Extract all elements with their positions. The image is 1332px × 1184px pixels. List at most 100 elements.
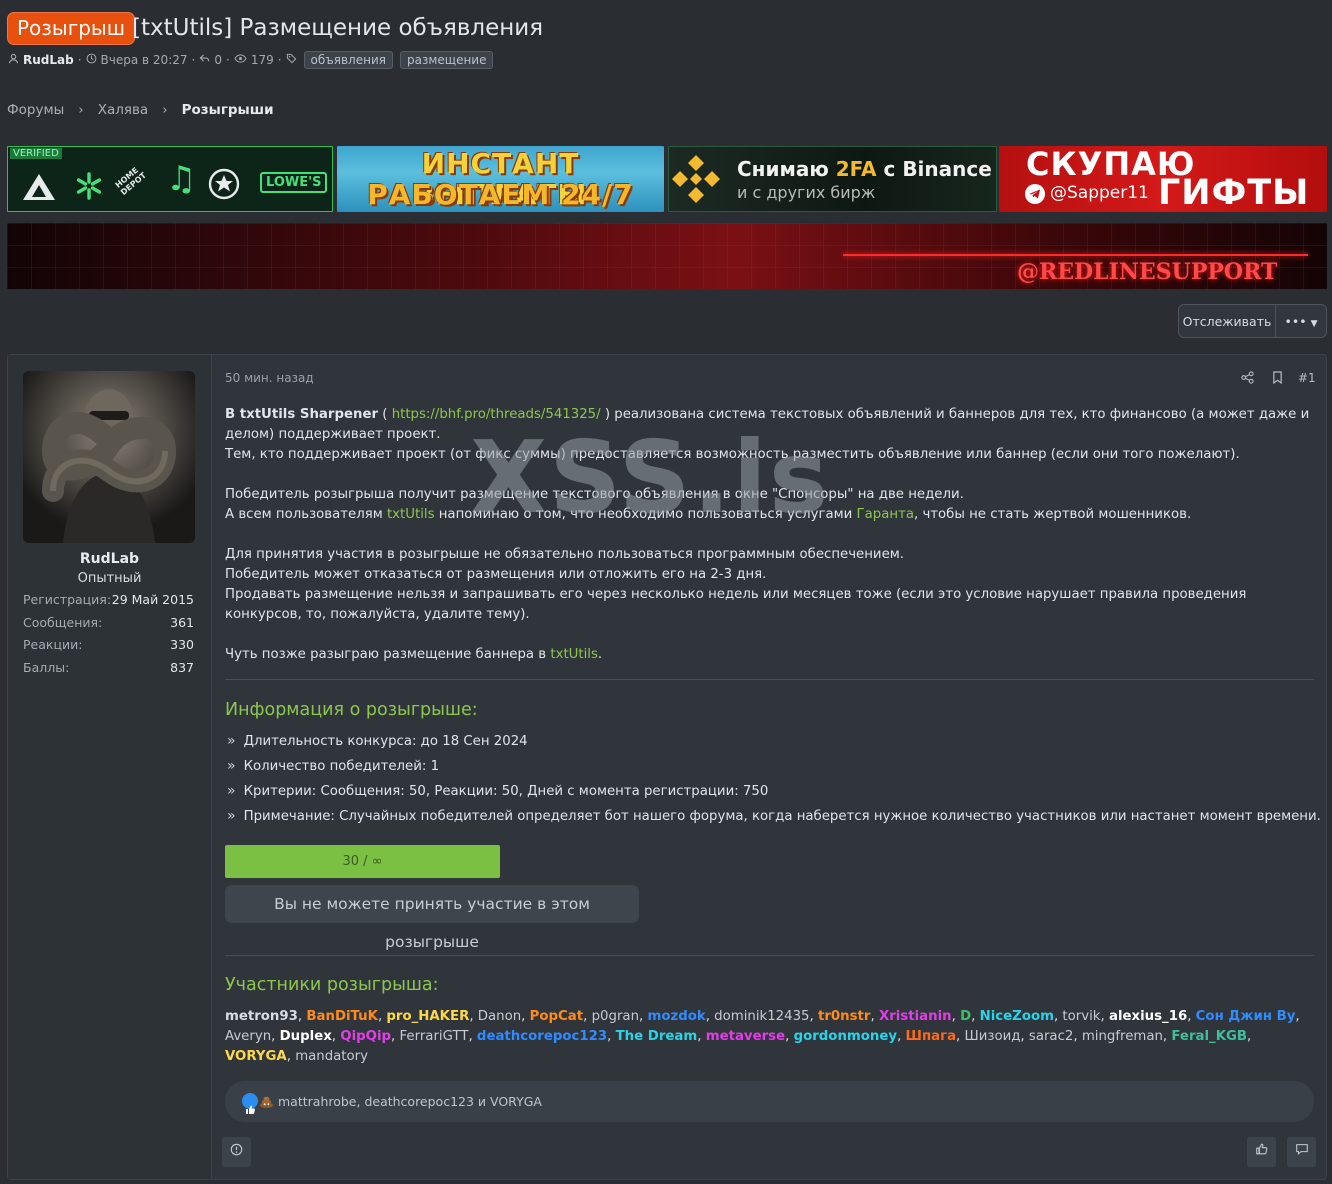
double-chevron-icon: » (227, 733, 236, 749)
gift-buyer-line2: ГИФТЫ (1158, 173, 1310, 212)
user-sidebar: RudLab Опытный Регистрация: 29 Май 2015 С… (8, 355, 212, 1179)
participant-link[interactable]: mozdok (647, 1009, 705, 1024)
binance-line1: Снимаю 2FA с Binance (737, 157, 992, 181)
share-icon[interactable] (1241, 371, 1254, 388)
reactions-bar[interactable]: mattrahrobe, deathcorepoc123 и VORYGA (225, 1081, 1314, 1122)
thread-prefix-badge[interactable]: Розыгрыш (7, 12, 136, 45)
double-chevron-icon: » (227, 808, 236, 824)
participant-link[interactable]: mandatory (295, 1049, 368, 1064)
participant-link[interactable]: pro_HAKER (386, 1009, 469, 1024)
participant-link[interactable]: mingfreman (1082, 1029, 1163, 1044)
double-chevron-icon: » (227, 758, 236, 774)
giveaway-info-item: » Примечание: Случайных победителей опред… (227, 808, 1321, 824)
participant-link[interactable]: p0gran (592, 1009, 639, 1024)
binance-logo-icon (672, 155, 720, 203)
lowes-logo: LOWE'S (260, 172, 328, 193)
participant-link[interactable]: Danon (478, 1009, 521, 1024)
instant-payouts-line2: РАБОТАЕМ 24/7 (367, 178, 634, 211)
walmart-spark-icon (76, 172, 102, 200)
avatar-image (23, 371, 195, 543)
participant-link[interactable]: Шпага (906, 1029, 957, 1044)
more-options-button[interactable]: ••• ▼ (1275, 304, 1327, 338)
clock-icon (86, 53, 97, 67)
participant-link[interactable]: NiceZoom (980, 1009, 1054, 1024)
participant-link[interactable]: sarac2 (1029, 1029, 1073, 1044)
participant-link[interactable]: alexius_16 (1109, 1009, 1187, 1024)
bhf-thread-link[interactable]: https://bhf.pro/threads/541325/ (392, 407, 601, 422)
thread-date[interactable]: Вчера в 20:27 (101, 53, 188, 67)
participant-link[interactable]: Duplex (280, 1029, 332, 1044)
participant-link[interactable]: deathcorepoc123 (477, 1029, 607, 1044)
participant-link[interactable]: Feral_KGB (1171, 1029, 1247, 1044)
user-icon (8, 53, 19, 67)
reply-count: 0 (214, 53, 222, 67)
post-author-name[interactable]: RudLab (8, 551, 211, 567)
participant-link[interactable]: BanDiTuK (306, 1009, 378, 1024)
participant-link[interactable]: metron93 (225, 1009, 298, 1024)
redline-handle: @REDLINESUPPORT (1017, 259, 1278, 285)
participant-link[interactable]: D (960, 1009, 971, 1024)
txtutils-link-2[interactable]: txtUtils (550, 647, 598, 662)
breadcrumb-forums[interactable]: Форумы (7, 102, 64, 118)
giveaway-info-item: » Длительность конкурса: до 18 Сен 2024 (227, 733, 528, 749)
ad-banner-verified[interactable]: VERIFIED HOME DEPOT ♫ LOWE'S (7, 146, 333, 212)
music-note-icon: ♫ (166, 159, 197, 199)
giveaway-info-title: Информация о розыгрыше: (225, 700, 478, 720)
breadcrumb-freebies[interactable]: Халява (98, 102, 149, 118)
giveaway-info-item: » Количество победителей: 1 (227, 758, 440, 774)
verified-badge: VERIFIED (10, 148, 62, 159)
more-dots: ••• (1284, 314, 1307, 329)
thread-title: [txtUtils] Размещение объявления (132, 15, 544, 41)
participant-link[interactable]: FerrariGTT (400, 1029, 469, 1044)
avatar[interactable] (23, 371, 195, 543)
tag-ads[interactable]: объявления (303, 51, 393, 69)
post-number[interactable]: #1 (1298, 371, 1316, 385)
participant-link[interactable]: VORYGA (225, 1049, 287, 1064)
circle-logo-icon (208, 168, 240, 200)
stat-messages: Сообщения: 361 (23, 615, 194, 630)
reactions-users[interactable]: mattrahrobe, deathcorepoc123 и VORYGA (278, 1081, 542, 1122)
report-button[interactable] (222, 1137, 251, 1167)
participant-link[interactable]: torvik (1062, 1009, 1100, 1024)
binance-line2: и с других бирж (737, 183, 876, 202)
post-author-title: Опытный (77, 571, 142, 586)
tag-placement[interactable]: размещение (399, 51, 494, 69)
participant-link[interactable]: Averyn (225, 1029, 271, 1044)
post-time[interactable]: 50 мин. назад (225, 371, 314, 385)
chevron-down-icon: ▼ (1310, 319, 1318, 329)
ad-banner-gift-buyer[interactable]: СКУПАЮ @Sapper11 ГИФТЫ (999, 146, 1327, 212)
stat-points: Баллы: 837 (23, 660, 194, 675)
participant-link[interactable]: The Dream (616, 1029, 698, 1044)
participant-link[interactable]: QipQip (340, 1029, 391, 1044)
participant-link[interactable]: dominik12435 (714, 1009, 809, 1024)
thread-author[interactable]: RudLab (23, 53, 74, 67)
ad-banner-instant-payouts[interactable]: ИНСТАНТ ВЫПЛАТЫ РАБОТАЕМ 24/7 (337, 146, 664, 212)
divider (225, 679, 1314, 680)
txtutils-link[interactable]: txtUtils (387, 507, 435, 522)
ad-banner-redline[interactable]: @REDLINESUPPORT (7, 223, 1327, 289)
home-depot-icon: HOME DEPOT (113, 165, 149, 198)
giveaway-info-item: » Критерии: Сообщения: 50, Реакции: 50, Д… (227, 783, 769, 799)
like-reaction-icon (242, 1093, 258, 1114)
breadcrumb-giveaways[interactable]: Розыгрыши (182, 102, 274, 118)
post-body: В txtUtils Sharpener ( https://bhf.pro/t… (225, 407, 1310, 662)
participant-link[interactable]: tr0nstr (818, 1009, 870, 1024)
ad-banner-binance-2fa[interactable]: Снимаю 2FA с Binance и с других бирж (668, 146, 997, 212)
participant-link[interactable]: Шизоид (965, 1029, 1021, 1044)
stat-reactions: Реакции: 330 (23, 637, 194, 652)
participant-link[interactable]: gordonmoney (794, 1029, 897, 1044)
reply-button[interactable] (1287, 1137, 1316, 1167)
cannot-join-button[interactable]: Вы не можете принять участие в этом розы… (225, 885, 639, 951)
participant-link[interactable]: Сон Джин Ву (1196, 1009, 1296, 1024)
like-button[interactable] (1247, 1137, 1276, 1167)
participant-link[interactable]: Xristianin (879, 1009, 952, 1024)
alert-circle-icon (230, 1143, 243, 1160)
speech-bubble-icon (1295, 1144, 1309, 1160)
watch-button[interactable]: Отслеживать (1178, 304, 1276, 338)
post-1: RudLab Опытный Регистрация: 29 Май 2015 С… (7, 354, 1327, 1180)
poop-reaction-icon (258, 1092, 275, 1114)
participant-link[interactable]: PopCat (530, 1009, 584, 1024)
bookmark-icon[interactable] (1272, 371, 1283, 388)
guarantor-link[interactable]: Гаранта (857, 507, 914, 522)
participant-link[interactable]: metaverse (706, 1029, 785, 1044)
